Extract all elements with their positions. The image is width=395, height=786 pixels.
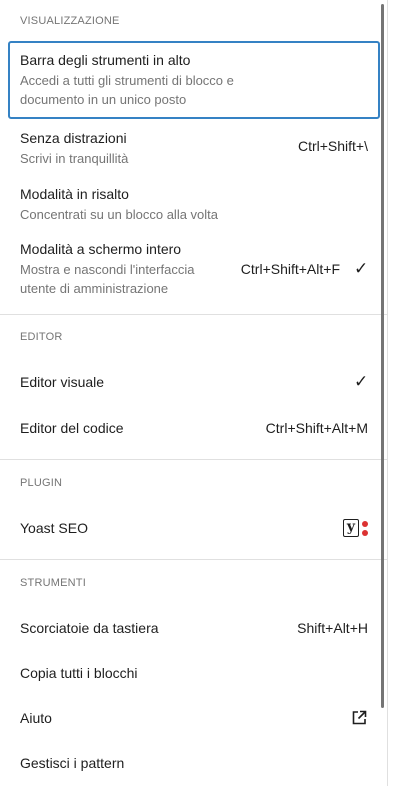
- external-link-icon: [352, 710, 367, 725]
- shortcut-label: Ctrl+Shift+\: [297, 138, 368, 154]
- group-title-editor: EDITOR: [20, 331, 63, 343]
- divider: [0, 459, 388, 460]
- menu-item-description-line2: utente di amministrazione: [20, 281, 169, 296]
- menu-item-copy-all-blocks[interactable]: Copia tutti i blocchi: [8, 655, 380, 691]
- shortcut-label: Shift+Alt+H: [297, 620, 368, 636]
- menu-item-description: Scrivi in tranquillità: [20, 150, 129, 166]
- menu-item-description-line1: Mostra e nascondi l'interfaccia: [20, 262, 195, 277]
- menu-item-label: Senza distrazioni: [20, 129, 127, 146]
- group-title-tools: STRUMENTI: [20, 577, 86, 589]
- menu-item-label: Yoast SEO: [20, 520, 88, 536]
- divider: [0, 559, 388, 560]
- check-icon: ✓: [354, 372, 369, 391]
- menu-item-help[interactable]: Aiuto: [8, 700, 380, 736]
- menu-item-label: Editor del codice: [20, 420, 124, 436]
- menu-item-label: Barra degli strumenti in alto: [20, 52, 191, 68]
- menu-item-description: Accedi a tutti gli strumenti di blocco e…: [20, 73, 234, 107]
- shortcut-label: Ctrl+Shift+Alt+F: [240, 261, 340, 277]
- menu-item-visual-editor[interactable]: Editor visuale ✓: [8, 364, 380, 400]
- menu-item-manage-patterns[interactable]: Gestisci i pattern: [8, 745, 380, 781]
- group-title-view: VISUALIZZAZIONE: [20, 15, 120, 27]
- scrollbar[interactable]: [381, 4, 384, 708]
- check-icon: ✓: [354, 259, 369, 278]
- options-menu: VISUALIZZAZIONE Barra degli strumenti in…: [0, 0, 388, 786]
- menu-item-description: Concentrati su un blocco alla volta: [20, 206, 219, 222]
- yoast-status-dots: [362, 520, 368, 536]
- menu-item-label: Modalità a schermo intero: [20, 241, 182, 257]
- menu-item-label: Copia tutti i blocchi: [20, 665, 138, 681]
- menu-item-fullscreen-mode[interactable]: Modalità a schermo intero Mostra e nasco…: [8, 236, 380, 302]
- menu-item-label: Scorciatoie da tastiera: [20, 620, 159, 636]
- menu-item-label: Aiuto: [20, 710, 52, 726]
- menu-item-label: Editor visuale: [20, 374, 105, 390]
- group-title-plugin: PLUGIN: [20, 477, 63, 489]
- yoast-logo-letter: y: [343, 519, 359, 537]
- menu-item-label: Gestisci i pattern: [20, 755, 125, 771]
- menu-item-spotlight-mode[interactable]: Modalità in risalto Concentrati su un bl…: [8, 180, 380, 228]
- menu-item-top-toolbar[interactable]: Barra degli strumenti in alto Accedi a t…: [8, 41, 380, 119]
- menu-item-yoast-seo[interactable]: Yoast SEO y: [8, 510, 380, 546]
- divider: [0, 314, 388, 315]
- menu-item-keyboard-shortcuts[interactable]: Scorciatoie da tastiera Shift+Alt+H: [8, 610, 380, 646]
- menu-item-distraction-free[interactable]: Senza distrazioni Scrivi in tranquillità…: [8, 124, 380, 172]
- yoast-icon: y: [343, 519, 368, 537]
- shortcut-label: Ctrl+Shift+Alt+M: [265, 420, 368, 436]
- menu-item-code-editor[interactable]: Editor del codice Ctrl+Shift+Alt+M: [8, 410, 380, 446]
- menu-item-label: Modalità in risalto: [20, 185, 129, 202]
